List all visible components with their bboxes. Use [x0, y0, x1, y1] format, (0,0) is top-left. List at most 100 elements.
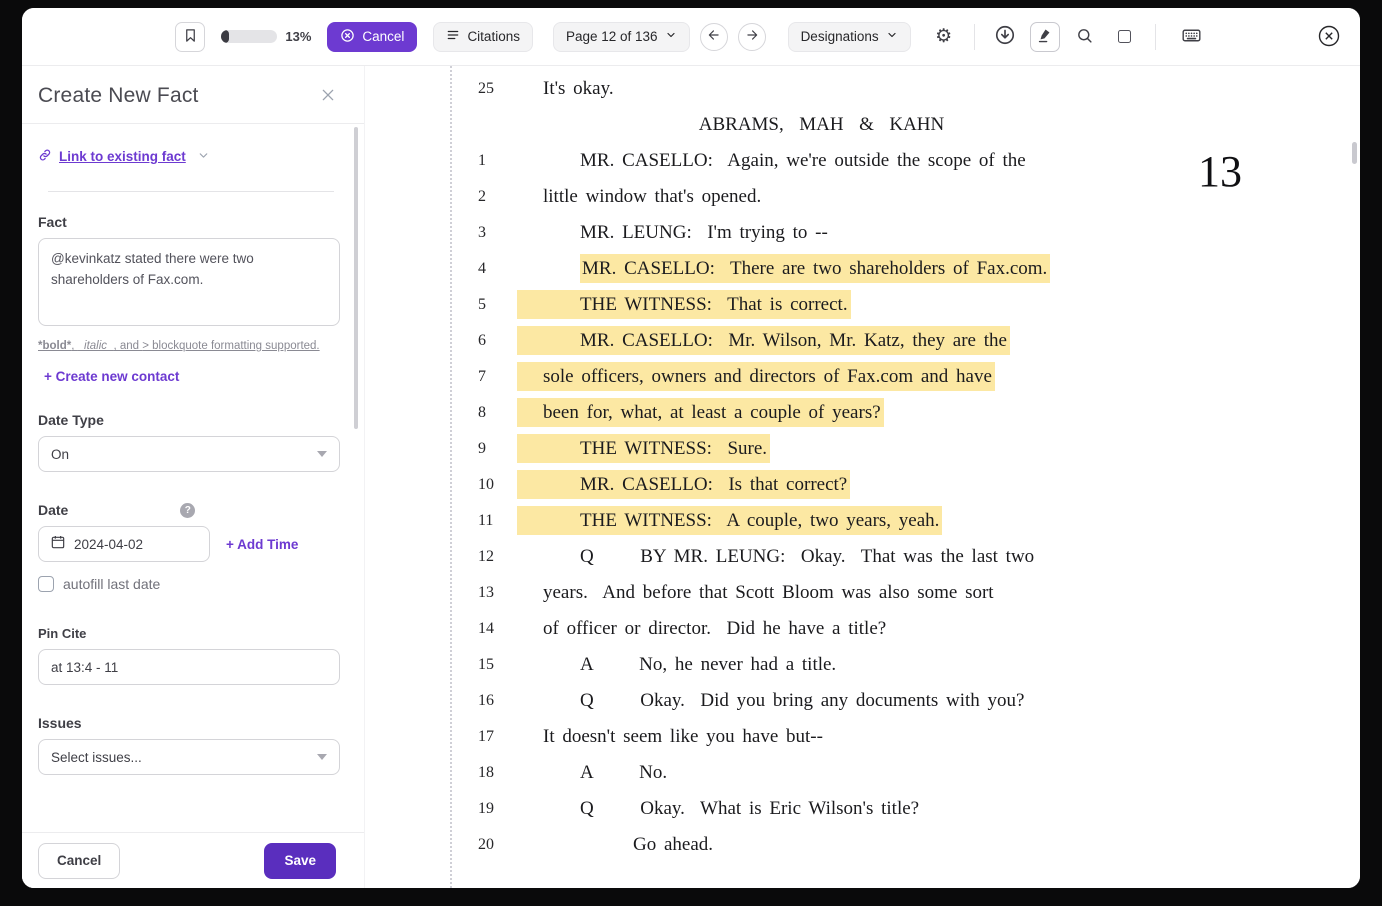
- transcript-text: Go ahead.: [633, 834, 713, 855]
- line-number: 15: [450, 647, 543, 683]
- transcript-line: ABRAMS, MAH & KAHN: [450, 107, 1100, 143]
- panel-footer: Cancel Save: [22, 832, 364, 888]
- transcript-lines: 25It's okay. ABRAMS, MAH & KAHN 1 MR. CASEL…: [450, 66, 1100, 872]
- highlighted-text[interactable]: THE WITNESS: A couple, two years, yeah.: [517, 506, 942, 535]
- cancel-designation-button[interactable]: Cancel: [327, 22, 417, 52]
- keyboard-shortcuts-button[interactable]: [1177, 22, 1207, 52]
- issues-placeholder: Select issues...: [51, 750, 142, 765]
- transcript-line: 7sole officers, owners and directors of …: [450, 359, 1100, 395]
- progress-bar: [221, 30, 277, 43]
- transcript-text: ABRAMS, MAH & KAHN: [699, 114, 945, 135]
- progress-indicator: 13%: [221, 29, 311, 44]
- rectangle-icon: [1118, 30, 1131, 43]
- toolbar-divider: [1155, 24, 1156, 50]
- cancel-circle-x-icon: [340, 28, 355, 46]
- panel-cancel-button[interactable]: Cancel: [38, 843, 120, 879]
- next-page-button[interactable]: [738, 23, 766, 51]
- hint-sep: , and: [113, 340, 142, 352]
- transcript-line: 20Go ahead.: [450, 827, 1100, 863]
- app-window: 13% Cancel Citations Page 12 of 136 Desi…: [22, 8, 1360, 888]
- transcript-line: 3 MR. LEUNG: I'm trying to --: [450, 215, 1100, 251]
- hint-rest: > blockquote formatting supported.: [142, 340, 319, 352]
- date-label-row: Date ?: [38, 502, 340, 518]
- date-row: + Add Time: [38, 526, 340, 562]
- keyboard-icon: [1181, 25, 1202, 49]
- create-new-contact-link[interactable]: + Create new contact: [44, 369, 179, 384]
- transcript-line: 14of officer or director. Did he have a …: [450, 611, 1100, 647]
- highlighted-text[interactable]: THE WITNESS: That is correct.: [517, 290, 851, 319]
- pin-cite-input[interactable]: [38, 649, 340, 685]
- link-icon: [38, 148, 52, 165]
- page-selector-label: Page 12 of 136: [566, 29, 658, 44]
- line-number: 21: [450, 863, 543, 872]
- link-to-existing-fact-button[interactable]: Link to existing fact: [38, 148, 210, 165]
- line-number: 3: [450, 215, 543, 251]
- bookmark-icon: [183, 28, 198, 46]
- close-x-icon: [320, 87, 336, 106]
- transcript-line: 4MR. CASELLO: There are two shareholders…: [450, 251, 1100, 287]
- line-number: 2: [450, 179, 543, 215]
- citations-icon: [446, 28, 460, 45]
- transcript-scrollbar[interactable]: [1352, 142, 1357, 164]
- transcript-text: A No, he never had a title.: [580, 654, 836, 675]
- citations-button[interactable]: Citations: [433, 22, 533, 52]
- select-caret-icon: [317, 451, 327, 457]
- close-circle-x-icon: [1317, 24, 1341, 51]
- pin-cite-label: Pin Cite: [38, 626, 340, 641]
- transcript-line: 9THE WITNESS: Sure.: [450, 431, 1100, 467]
- transcript-line: 16Q Okay. Did you bring any documents wi…: [450, 683, 1100, 719]
- date-type-select[interactable]: On: [38, 436, 340, 472]
- settings-button[interactable]: ⚙: [929, 22, 959, 52]
- transcript-line: 25It's okay.: [450, 71, 1100, 107]
- search-icon: [1076, 27, 1093, 47]
- line-number: 16: [450, 683, 543, 719]
- highlighter-tool-button[interactable]: [1030, 22, 1060, 52]
- page-selector[interactable]: Page 12 of 136: [553, 22, 690, 52]
- toolbar-divider: [974, 24, 975, 50]
- highlighted-text[interactable]: THE WITNESS: Sure.: [517, 434, 770, 463]
- date-field[interactable]: [74, 537, 198, 552]
- highlighted-text[interactable]: been for, what, at least a couple of yea…: [517, 398, 884, 427]
- transcript-text: MR. LEUNG: I'm trying to --: [580, 222, 828, 243]
- fact-textarea[interactable]: @kevinkatz stated there were two shareho…: [38, 238, 340, 326]
- highlighted-text[interactable]: MR. CASELLO: Mr. Wilson, Mr. Katz, they …: [517, 326, 1010, 355]
- transcript-text: MR. CASELLO: Again, we're outside the sc…: [580, 150, 1026, 171]
- previous-page-button[interactable]: [700, 23, 728, 51]
- line-number: 25: [450, 71, 543, 107]
- highlighted-text[interactable]: MR. CASELLO: Is that correct?: [517, 470, 850, 499]
- date-input[interactable]: [38, 526, 210, 562]
- transcript-text: A No.: [580, 762, 667, 783]
- create-new-fact-panel: Create New Fact Link to existing fact Fa…: [22, 66, 365, 888]
- issues-select[interactable]: Select issues...: [38, 739, 340, 775]
- bookmark-button[interactable]: [175, 22, 205, 52]
- line-number: 1: [450, 143, 543, 179]
- panel-save-button[interactable]: Save: [264, 843, 336, 879]
- line-number: 17: [450, 719, 543, 755]
- line-number: [450, 107, 543, 143]
- transcript-text: Q BY MR. LEUNG: Okay. That was the last …: [580, 546, 1034, 567]
- link-to-existing-fact-label: Link to existing fact: [59, 149, 186, 164]
- rectangle-select-tool-button[interactable]: [1110, 22, 1140, 52]
- autofill-checkbox[interactable]: [38, 576, 54, 592]
- transcript-text: years. And before that Scott Bloom was a…: [543, 582, 994, 603]
- download-button[interactable]: [990, 22, 1020, 52]
- chevron-down-icon: [886, 29, 898, 44]
- section-divider: [48, 191, 334, 192]
- progress-label: 13%: [285, 29, 311, 44]
- close-panel-button[interactable]: [314, 82, 342, 110]
- transcript-line: 5THE WITNESS: That is correct.: [450, 287, 1100, 323]
- help-icon[interactable]: ?: [180, 503, 195, 518]
- search-button[interactable]: [1070, 22, 1100, 52]
- arrow-left-icon: [707, 28, 721, 45]
- transcript-line: 13years. And before that Scott Bloom was…: [450, 575, 1100, 611]
- highlighted-text[interactable]: sole officers, owners and directors of F…: [517, 362, 995, 391]
- hint-italic: _italic_: [78, 340, 114, 352]
- transcript-line: 10MR. CASELLO: Is that correct?: [450, 467, 1100, 503]
- transcript-viewer: 25It's okay. ABRAMS, MAH & KAHN 1 MR. CASEL…: [365, 66, 1360, 888]
- highlighted-text[interactable]: MR. CASELLO: There are two shareholders …: [580, 254, 1050, 283]
- close-viewer-button[interactable]: [1314, 22, 1344, 52]
- transcript-text: It's okay.: [543, 78, 614, 99]
- designations-dropdown[interactable]: Designations: [788, 22, 911, 52]
- add-time-link[interactable]: + Add Time: [226, 537, 298, 552]
- panel-scrollbar[interactable]: [354, 127, 358, 429]
